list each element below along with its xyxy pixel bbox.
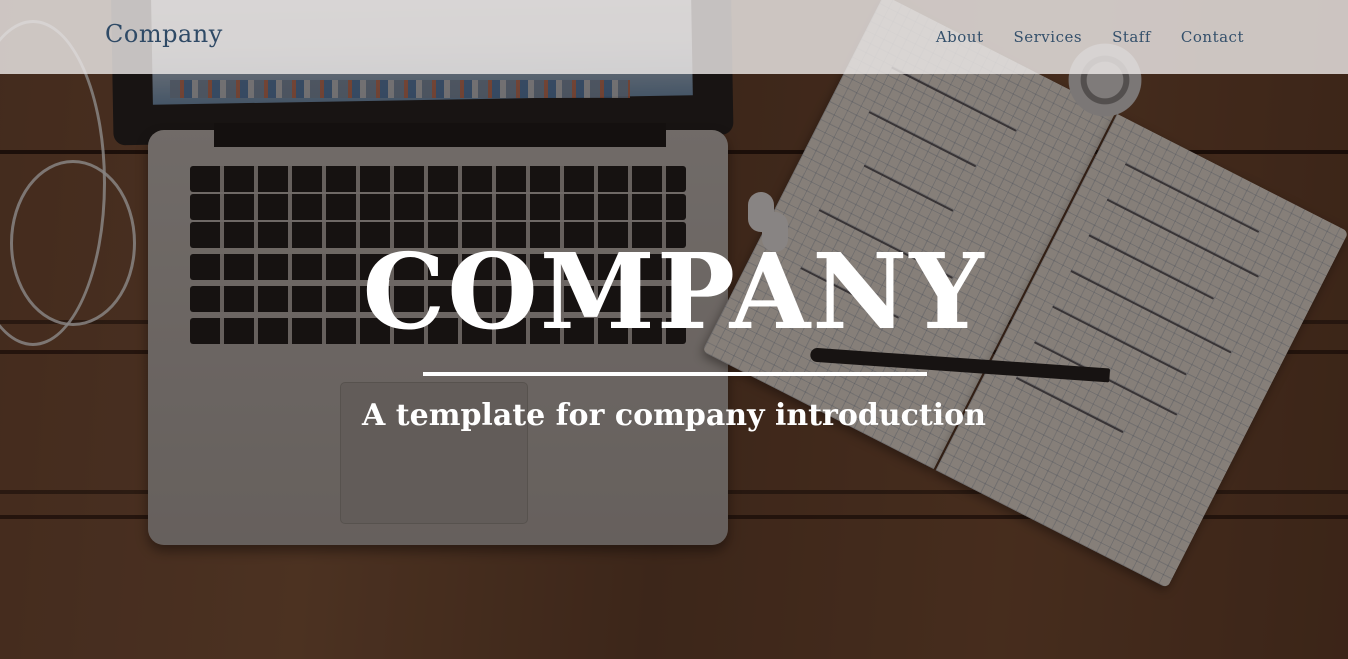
hero-section: Company About Services Staff Contact COM… bbox=[0, 0, 1348, 659]
hero-divider bbox=[423, 372, 927, 376]
nav-item-staff[interactable]: Staff bbox=[1112, 28, 1151, 46]
nav-item-about[interactable]: About bbox=[936, 28, 984, 46]
nav-item-contact[interactable]: Contact bbox=[1181, 28, 1244, 46]
hero-title: COMPANY bbox=[362, 230, 986, 353]
nav-item-services[interactable]: Services bbox=[1013, 28, 1082, 46]
main-nav: About Services Staff Contact bbox=[936, 28, 1244, 46]
brand-link[interactable]: Company bbox=[105, 20, 223, 48]
navbar: Company About Services Staff Contact bbox=[0, 0, 1348, 74]
hero-subtitle: A template for company introduction bbox=[362, 398, 986, 433]
